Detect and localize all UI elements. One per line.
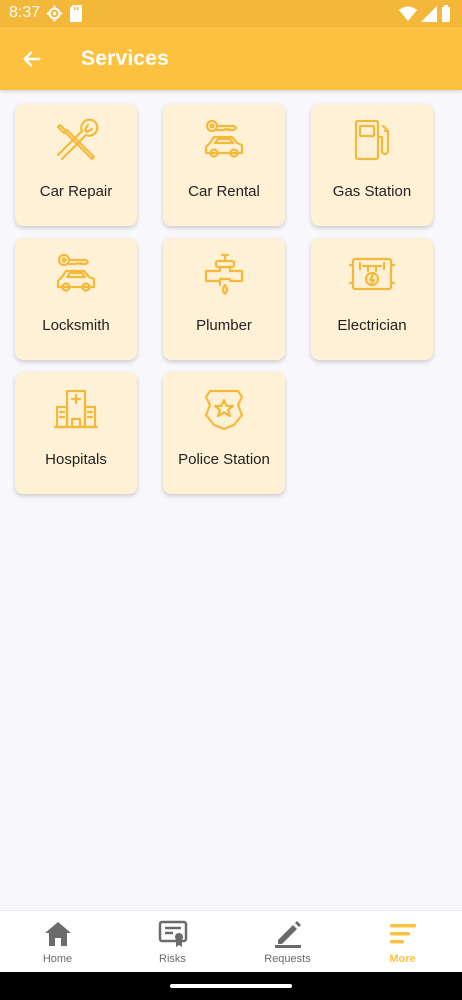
- service-label: Car Repair: [39, 183, 113, 200]
- service-label: Hospitals: [45, 451, 107, 468]
- hospital-icon: [53, 389, 99, 429]
- nav-label: Requests: [264, 953, 311, 965]
- service-tile-electrician[interactable]: Electrician: [311, 238, 433, 360]
- arrow-left-icon: [23, 51, 41, 67]
- gesture-bar: [0, 972, 462, 1000]
- status-bar: 8:37: [0, 0, 462, 27]
- service-tile-gas-station[interactable]: Gas Station: [311, 104, 433, 226]
- signal-icon: [421, 5, 437, 22]
- pipe-faucet-icon: [204, 253, 244, 296]
- police-badge-icon: [204, 389, 244, 431]
- nav-label: Home: [42, 953, 73, 965]
- wifi-icon: [399, 6, 417, 21]
- service-label: Police Station: [178, 451, 270, 468]
- nav-item-requests[interactable]: Requests: [230, 911, 345, 973]
- app-bar: Services: [0, 27, 462, 90]
- bottom-nav: Home Risks Requests More: [0, 910, 462, 972]
- back-button[interactable]: [18, 45, 46, 73]
- service-tile-hospitals[interactable]: Hospitals: [15, 372, 137, 494]
- service-label: Electrician: [337, 317, 407, 334]
- certificate-icon: [158, 920, 188, 947]
- sd-card-status-icon: [70, 5, 82, 22]
- wrench-screwdriver-icon: [56, 118, 99, 161]
- service-tile-car-repair[interactable]: Car Repair: [15, 104, 137, 226]
- car-key-icon: [56, 253, 96, 292]
- service-tile-car-rental[interactable]: Car Rental: [163, 104, 285, 226]
- menu-icon: [390, 924, 416, 944]
- home-icon: [45, 922, 71, 946]
- fuel-pump-icon: [354, 119, 390, 161]
- service-label: Gas Station: [332, 183, 412, 200]
- home-gesture-handle[interactable]: [170, 984, 292, 988]
- service-label: Car Rental: [188, 183, 260, 200]
- nav-item-home[interactable]: Home: [0, 911, 115, 973]
- nav-label: Risks: [159, 953, 186, 965]
- car-key-icon: [204, 119, 244, 158]
- pencil-icon: [275, 921, 301, 948]
- battery-icon: [442, 5, 450, 22]
- service-label: Plumber: [196, 317, 252, 334]
- nav-item-risks[interactable]: Risks: [115, 911, 230, 973]
- nav-item-more[interactable]: More: [345, 911, 460, 973]
- service-tile-police-station[interactable]: Police Station: [163, 372, 285, 494]
- nav-label: More: [389, 953, 416, 965]
- service-label: Locksmith: [42, 317, 110, 334]
- electric-panel-icon: [348, 257, 396, 291]
- service-tile-plumber[interactable]: Plumber: [163, 238, 285, 360]
- page-title: Services: [81, 47, 170, 70]
- status-time: 8:37: [9, 4, 41, 21]
- service-tile-locksmith[interactable]: Locksmith: [15, 238, 137, 360]
- settings-status-icon: [46, 5, 63, 22]
